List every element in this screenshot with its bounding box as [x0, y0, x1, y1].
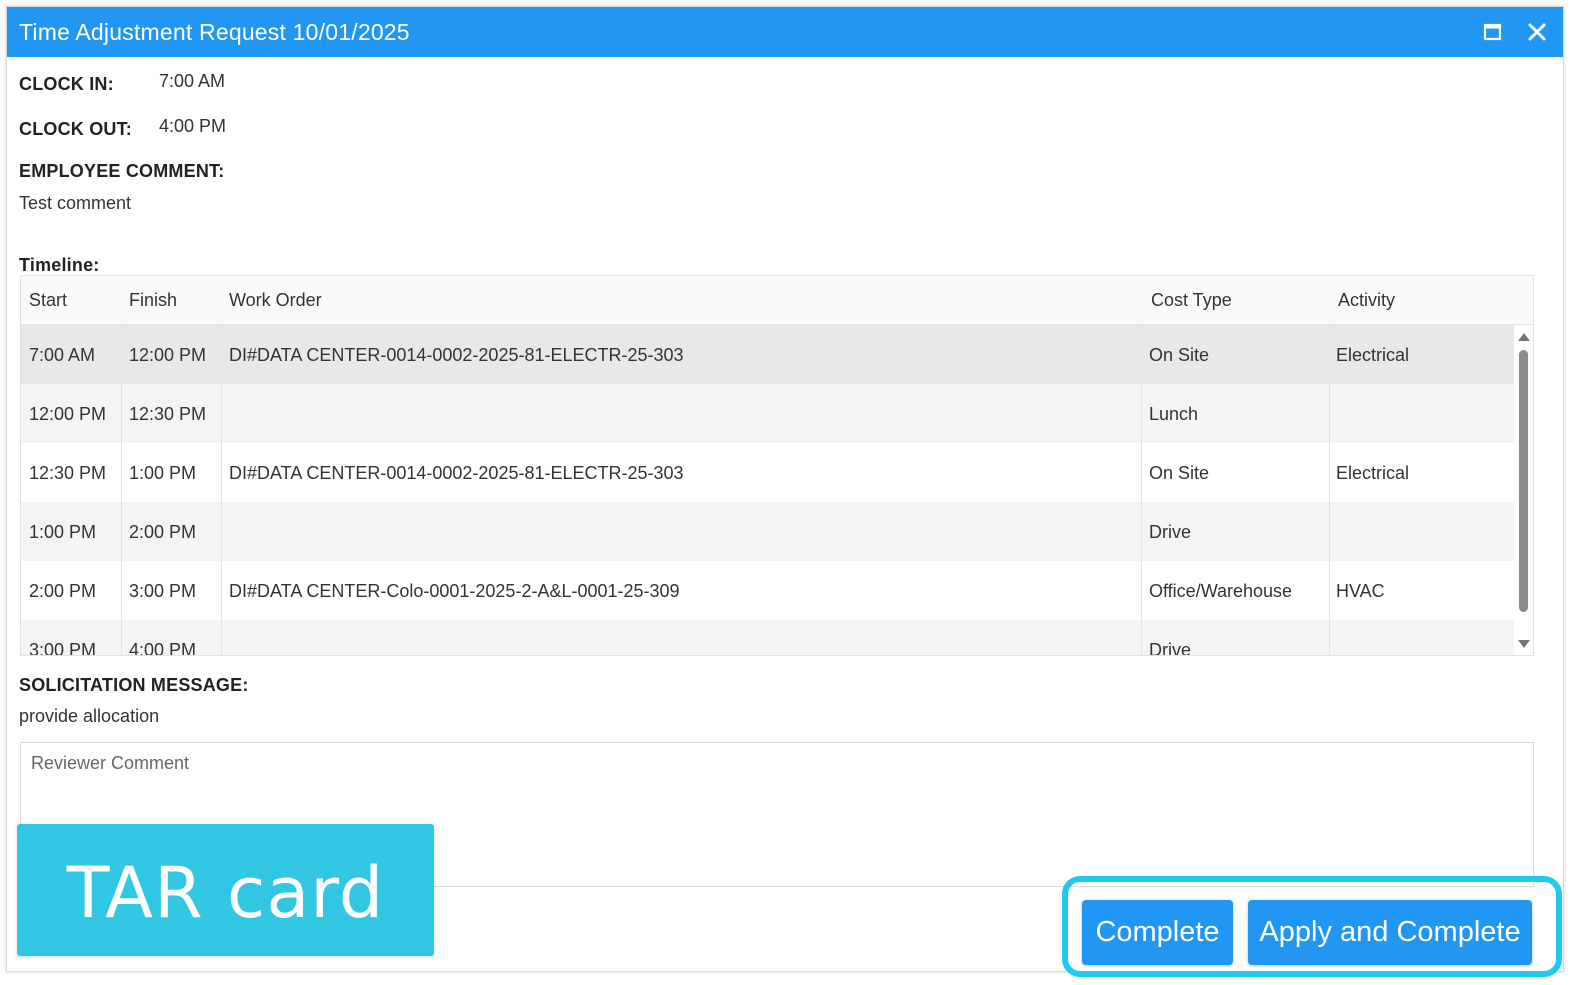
tar-card-caption: TAR card — [17, 824, 434, 956]
cell-work-order: DI#DATA CENTER-0014-0002-2025-81-ELECTR-… — [229, 463, 684, 483]
cell-finish: 12:30 PM — [129, 404, 207, 424]
cell-work-order: DI#DATA CENTER-Colo-0001-2025-2-A&L-0001… — [229, 581, 680, 601]
cell-start: 12:30 PM — [29, 463, 107, 483]
dialog-titlebar: Time Adjustment Request 10/01/2025 — [7, 7, 1563, 57]
column-divider — [221, 325, 222, 655]
cell-cost-type: Drive — [1149, 640, 1192, 656]
column-header-start[interactable]: Start — [29, 290, 67, 311]
scroll-up-icon[interactable] — [1518, 333, 1530, 341]
cell-finish: 2:00 PM — [129, 522, 197, 542]
employee-comment-label: EMPLOYEE COMMENT: — [19, 161, 225, 181]
cell-start: 2:00 PM — [29, 581, 97, 601]
column-divider — [1141, 325, 1142, 655]
solicitation-message-label: SOLICITATION MESSAGE: — [19, 675, 249, 695]
cell-finish: 12:00 PM — [129, 345, 207, 365]
clock-in-value: 7:00 AM — [159, 71, 226, 91]
cell-cost-type: Office/Warehouse — [1149, 581, 1293, 601]
cell-finish: 3:00 PM — [129, 581, 197, 601]
cell-finish: 4:00 PM — [129, 640, 197, 656]
cell-cost-type: Drive — [1149, 522, 1192, 542]
column-header-finish[interactable]: Finish — [129, 290, 177, 311]
cell-activity: Electrical — [1336, 463, 1410, 483]
cell-cost-type: On Site — [1149, 463, 1210, 483]
maximize-icon[interactable] — [1481, 20, 1505, 44]
table-row[interactable]: 7:00 AM 12:00 PM DI#DATA CENTER-0014-000… — [21, 325, 1515, 384]
solicitation-message-value: provide allocation — [19, 706, 160, 726]
column-header-cost-type[interactable]: Cost Type — [1151, 290, 1232, 311]
dialog-title: Time Adjustment Request 10/01/2025 — [19, 19, 410, 45]
clock-out-value: 4:00 PM — [159, 116, 227, 136]
timeline-grid: Start Finish Work Order Cost Type Activi… — [20, 275, 1534, 656]
timeline-header: Start Finish Work Order Cost Type Activi… — [21, 276, 1533, 325]
column-header-activity[interactable]: Activity — [1338, 290, 1395, 311]
complete-button[interactable]: Complete — [1082, 900, 1233, 965]
close-icon[interactable] — [1525, 20, 1549, 44]
timeline-body: 7:00 AM 12:00 PM DI#DATA CENTER-0014-000… — [21, 325, 1515, 656]
table-row[interactable]: 12:00 PM 12:30 PM Lunch — [21, 384, 1515, 443]
column-divider — [1329, 325, 1330, 655]
apply-and-complete-button[interactable]: Apply and Complete — [1248, 900, 1532, 965]
cell-start: 7:00 AM — [29, 345, 96, 365]
cell-start: 12:00 PM — [29, 404, 107, 424]
table-row[interactable]: 12:30 PM 1:00 PM DI#DATA CENTER-0014-000… — [21, 443, 1515, 502]
tar-card-label: TAR card — [66, 852, 385, 934]
cell-finish: 1:00 PM — [129, 463, 197, 483]
table-row[interactable]: 2:00 PM 3:00 PM DI#DATA CENTER-Colo-0001… — [21, 561, 1515, 620]
column-divider — [121, 325, 122, 655]
timeline-label: Timeline: — [19, 255, 100, 275]
cell-work-order: DI#DATA CENTER-0014-0002-2025-81-ELECTR-… — [229, 345, 684, 365]
cell-cost-type: Lunch — [1149, 404, 1199, 424]
scroll-down-icon[interactable] — [1518, 640, 1530, 648]
cell-start: 3:00 PM — [29, 640, 97, 656]
cell-cost-type: On Site — [1149, 345, 1210, 365]
column-header-work-order[interactable]: Work Order — [229, 290, 322, 311]
clock-out-label: CLOCK OUT: — [19, 119, 132, 139]
table-row[interactable]: 1:00 PM 2:00 PM Drive — [21, 502, 1515, 561]
clock-in-label: CLOCK IN: — [19, 74, 114, 94]
timeline-scrollbar[interactable] — [1514, 325, 1533, 655]
cell-activity: Electrical — [1336, 345, 1410, 365]
table-row[interactable]: 3:00 PM 4:00 PM Drive — [21, 620, 1515, 656]
cell-activity: HVAC — [1336, 581, 1385, 601]
employee-comment-value: Test comment — [19, 193, 132, 213]
cell-start: 1:00 PM — [29, 522, 97, 542]
scrollbar-thumb[interactable] — [1519, 350, 1528, 612]
